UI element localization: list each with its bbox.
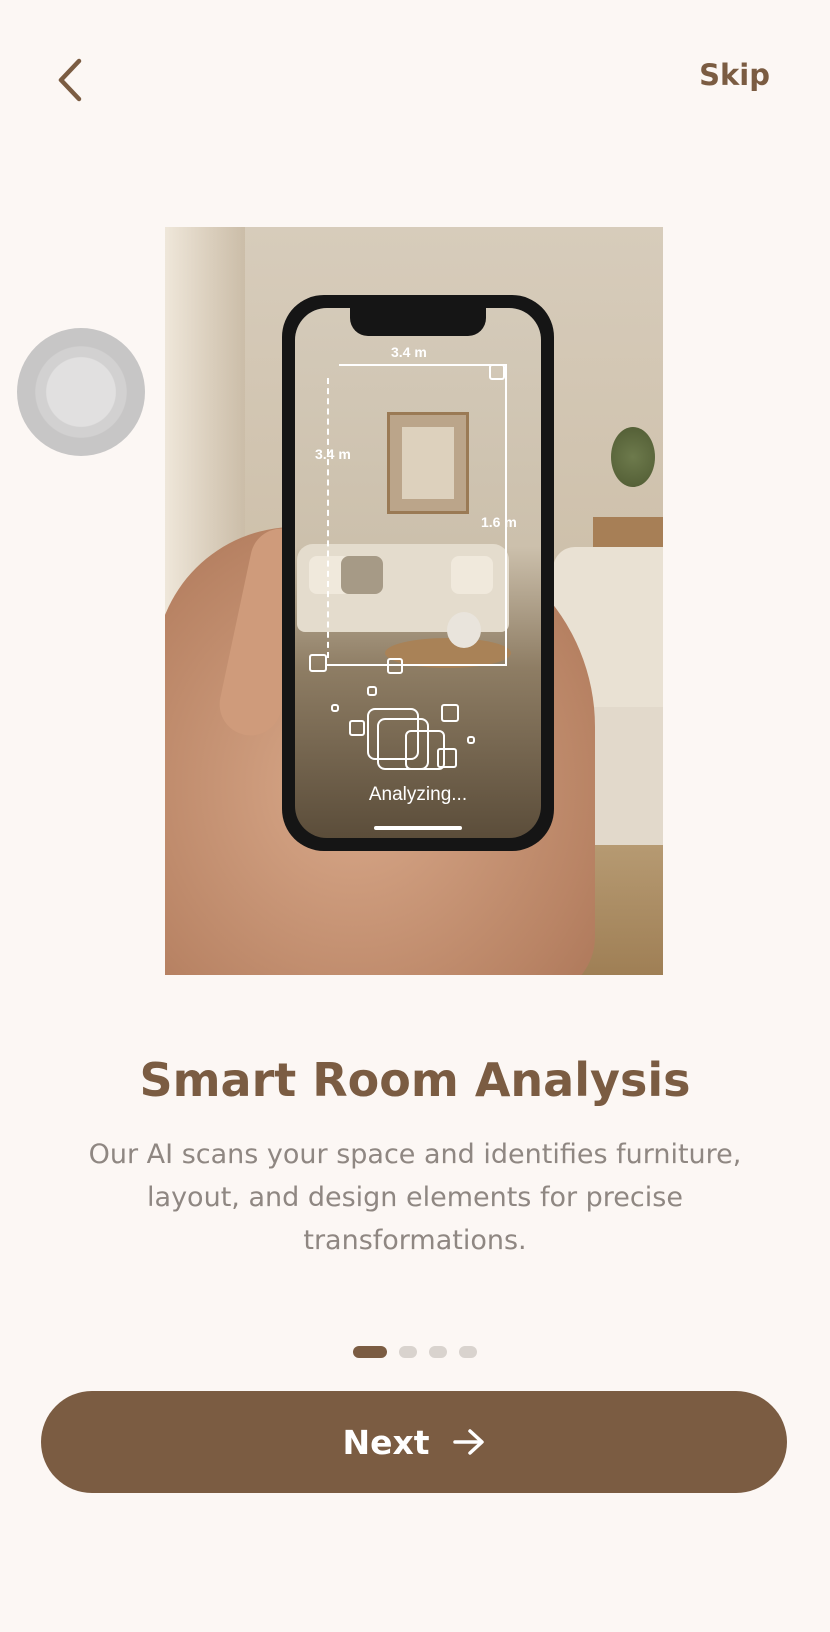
wall-art [387,412,469,514]
hero-illustration: 3.4 m 3.4 m 1.6 m Analyzing... [165,227,663,975]
scan-marker [387,658,403,674]
measurement-top: 3.4 m [391,344,427,360]
analyzing-status: Analyzing... [368,784,468,805]
page-title: Smart Room Analysis [139,1053,691,1107]
next-button[interactable]: Next [41,1391,787,1493]
scan-marker [441,704,459,722]
scan-marker [309,654,327,672]
back-button[interactable] [44,52,96,108]
page-dot-3[interactable] [429,1346,447,1358]
next-button-label: Next [342,1422,430,1462]
scan-marker [437,748,457,768]
scan-marker [489,364,505,380]
measure-line-bottom [327,664,507,666]
scan-marker [467,736,475,744]
page-dot-2[interactable] [399,1346,417,1358]
scan-marker [367,686,377,696]
scan-marker [331,704,339,712]
touch-indicator [17,328,145,456]
pillow [451,556,493,594]
scan-marker [349,720,365,736]
chevron-left-icon [58,58,82,102]
measure-line-left [327,378,329,658]
page-dot-1[interactable] [353,1346,387,1358]
skip-button[interactable]: Skip [699,58,770,92]
phone-screen: 3.4 m 3.4 m 1.6 m Analyzing... [295,308,541,838]
vase [447,612,481,648]
phone-mockup: 3.4 m 3.4 m 1.6 m Analyzing... [282,295,554,851]
plant [611,427,655,487]
arrow-right-icon [452,1429,484,1455]
measurement-left: 3.4 m [315,446,351,462]
pagination-dots [0,1346,830,1358]
page-description: Our AI scans your space and identifies f… [88,1139,742,1256]
pillow [341,556,383,594]
phone-notch [350,308,486,336]
measure-line-top [339,364,505,366]
page-dot-4[interactable] [459,1346,477,1358]
home-indicator [374,826,462,830]
measurement-right: 1.6 m [481,514,517,530]
